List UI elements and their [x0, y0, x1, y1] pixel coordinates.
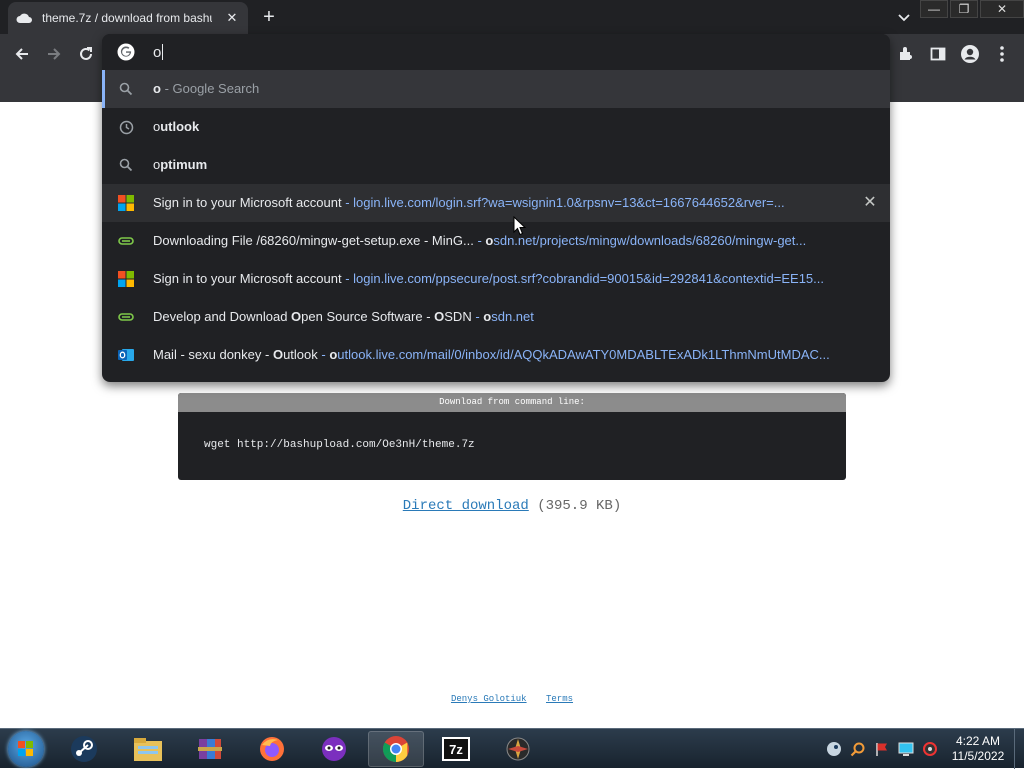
terms-link[interactable]: Terms — [546, 694, 573, 704]
direct-download-link[interactable]: Direct download — [403, 498, 529, 514]
app-icon[interactable] — [490, 731, 546, 767]
google-icon — [117, 43, 135, 61]
outlook-icon — [118, 347, 134, 363]
mouse-cursor-icon — [513, 216, 527, 236]
address-input[interactable]: o — [153, 43, 164, 61]
extensions-icon[interactable] — [894, 42, 918, 66]
search-tray-icon[interactable] — [850, 741, 866, 757]
minimize-button[interactable]: — — [920, 0, 948, 18]
browser-tab[interactable]: theme.7z / download from bashu ✕ — [8, 2, 248, 34]
system-tray — [826, 741, 946, 757]
file-size: (395.9 KB) — [537, 498, 622, 514]
windows-logo-icon — [18, 741, 33, 756]
author-link[interactable]: Denys Golotiuk — [451, 694, 527, 704]
winrar-icon[interactable] — [182, 731, 238, 767]
clock-date: 11/5/2022 — [951, 749, 1005, 763]
svg-text:7z: 7z — [449, 742, 463, 757]
suggestion-osdn-mingw[interactable]: Downloading File /68260/mingw-get-setup.… — [102, 222, 890, 260]
steam-icon[interactable] — [56, 731, 112, 767]
remove-suggestion-icon[interactable]: ✕ — [862, 195, 878, 211]
microsoft-icon — [118, 271, 134, 287]
file-explorer-icon[interactable] — [120, 731, 176, 767]
maximize-button[interactable]: ❐ — [950, 0, 978, 18]
suggestion-google-search[interactable]: o - Google Search — [102, 70, 890, 108]
profile-icon[interactable] — [958, 42, 982, 66]
flag-tray-icon[interactable] — [874, 741, 890, 757]
window-close-button[interactable]: ✕ — [980, 0, 1024, 18]
reload-icon[interactable] — [74, 42, 98, 66]
7zip-icon[interactable]: 7z — [428, 731, 484, 767]
plus-icon[interactable]: + — [258, 6, 280, 28]
page-footer: Denys Golotiuk Terms — [0, 694, 1024, 704]
mask-app-icon[interactable] — [306, 731, 362, 767]
suggestion-outlook-mail[interactable]: Mail - sexu donkey - Outlook - outlook.l… — [102, 336, 890, 374]
tab-strip: theme.7z / download from bashu ✕ + — ❐ ✕ — [0, 0, 1024, 34]
clock-time: 4:22 AM — [955, 734, 1001, 748]
suggestion-optimum[interactable]: optimum — [102, 146, 890, 184]
forward-icon[interactable] — [42, 42, 66, 66]
suggestion-microsoft-login[interactable]: Sign in to your Microsoft account - logi… — [102, 184, 890, 222]
search-icon — [118, 157, 134, 173]
command-box-header: Download from command line: — [178, 393, 846, 412]
taskbar: 7z 4:22 AM 11/5/2022 — [0, 728, 1024, 769]
steam-tray-icon[interactable] — [826, 741, 842, 757]
monitor-tray-icon[interactable] — [898, 741, 914, 757]
chevron-down-icon[interactable] — [895, 8, 913, 26]
chrome-icon[interactable] — [368, 731, 424, 767]
side-panel-icon[interactable] — [926, 42, 950, 66]
address-bar[interactable]: o — [102, 34, 890, 70]
firefox-icon[interactable] — [244, 731, 300, 767]
microsoft-icon — [118, 195, 134, 211]
command-box: Download from command line: wget http://… — [178, 393, 846, 480]
search-icon — [118, 81, 134, 97]
system-clock[interactable]: 4:22 AM 11/5/2022 — [946, 734, 1010, 764]
close-icon[interactable]: ✕ — [224, 10, 240, 26]
more-menu-icon[interactable] — [990, 42, 1014, 66]
osdn-icon — [118, 233, 134, 249]
cloud-icon — [16, 10, 32, 26]
clock-icon — [118, 119, 134, 135]
window-controls: — ❐ ✕ — [918, 0, 1024, 20]
start-button[interactable] — [8, 731, 44, 767]
omnibox-dropdown: o o - Google Search outlook optimum Sign… — [102, 34, 890, 382]
suggestion-osdn-home[interactable]: Develop and Download Open Source Softwar… — [102, 298, 890, 336]
suggestion-microsoft-ppsecure[interactable]: Sign in to your Microsoft account - logi… — [102, 260, 890, 298]
tab-title: theme.7z / download from bashu — [42, 11, 212, 25]
volume-tray-icon[interactable] — [922, 741, 938, 757]
back-icon[interactable] — [10, 42, 34, 66]
suggestion-outlook[interactable]: outlook — [102, 108, 890, 146]
download-row: Direct download (395.9 KB) — [0, 498, 1024, 514]
show-desktop-button[interactable] — [1014, 729, 1024, 769]
osdn-icon — [118, 309, 134, 325]
command-text[interactable]: wget http://bashupload.com/Oe3nH/theme.7… — [204, 439, 475, 451]
